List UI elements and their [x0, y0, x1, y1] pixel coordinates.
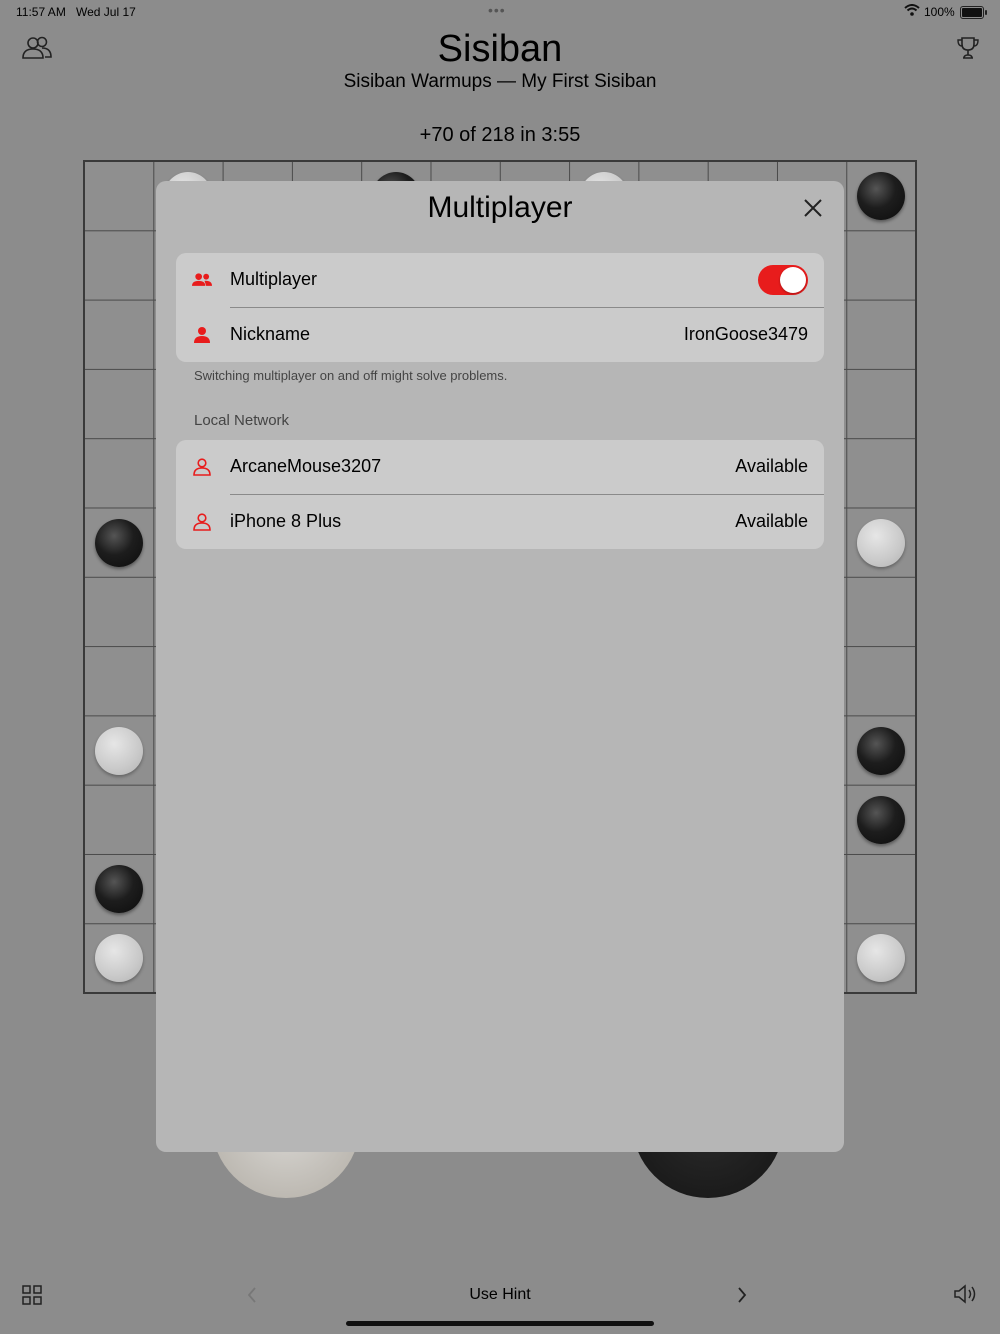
multiplayer-row[interactable]: Multiplayer [176, 253, 824, 307]
score-readout: +70 of 218 in 3:55 [419, 124, 581, 146]
peer-name: iPhone 8 Plus [230, 511, 342, 531]
black-stone[interactable] [857, 727, 905, 775]
multiplayer-footnote: Switching multiplayer on and off might s… [194, 368, 508, 383]
white-stone[interactable] [857, 519, 905, 567]
peer-row[interactable]: iPhone 8 Plus Available [176, 495, 824, 549]
status-date: Wed Jul 17 [76, 5, 136, 19]
sheet-title: Multiplayer [427, 191, 573, 224]
person-icon [193, 458, 211, 476]
white-stone[interactable] [857, 934, 905, 982]
multiplayer-settings-group: Multiplayer Nickname IronGoose3479 [176, 253, 824, 362]
close-icon[interactable] [802, 197, 824, 219]
peer-status: Available [735, 456, 808, 476]
page-subtitle: Sisiban Warmups — My First Sisiban [343, 71, 657, 92]
local-network-group: ArcaneMouse3207 Available iPhone 8 Plus … [176, 440, 824, 549]
trophy-icon[interactable] [957, 36, 979, 60]
nickname-value: IronGoose3479 [683, 324, 808, 344]
black-stone[interactable] [857, 172, 905, 220]
page-title: Sisiban [437, 28, 563, 70]
black-stone[interactable] [95, 865, 143, 913]
multiplayer-label: Multiplayer [230, 269, 318, 289]
use-hint-button[interactable]: Use Hint [0, 1286, 1000, 1304]
status-time: 11:57 AM [16, 5, 66, 19]
nickname-label: Nickname [230, 324, 311, 344]
white-stone[interactable] [95, 727, 143, 775]
nickname-row[interactable]: Nickname IronGoose3479 [176, 308, 824, 362]
speaker-icon[interactable] [953, 1284, 979, 1304]
multiplayer-toggle[interactable] [758, 265, 808, 295]
local-network-header: Local Network [194, 412, 290, 429]
peer-name: ArcaneMouse3207 [230, 456, 382, 476]
toggle-knob [780, 267, 806, 293]
battery-percent: 100% [924, 5, 955, 19]
wifi-icon [904, 4, 920, 16]
multitask-dots-icon[interactable]: ••• [488, 2, 506, 18]
people-fill-icon [192, 273, 212, 286]
black-stone[interactable] [95, 519, 143, 567]
home-indicator [346, 1321, 654, 1326]
multiplayer-sheet: Multiplayer Multiplayer Nickname IronGoo… [156, 181, 844, 1152]
peer-status: Available [735, 511, 808, 531]
person-fill-icon [194, 327, 210, 343]
battery-icon [960, 6, 987, 19]
person-icon [193, 513, 211, 531]
status-bar: 11:57 AM Wed Jul 17 ••• 100% [0, 0, 1000, 24]
black-stone[interactable] [857, 796, 905, 844]
chevron-right-icon[interactable] [736, 1287, 748, 1303]
white-stone[interactable] [95, 934, 143, 982]
peer-row[interactable]: ArcaneMouse3207 Available [176, 440, 824, 494]
